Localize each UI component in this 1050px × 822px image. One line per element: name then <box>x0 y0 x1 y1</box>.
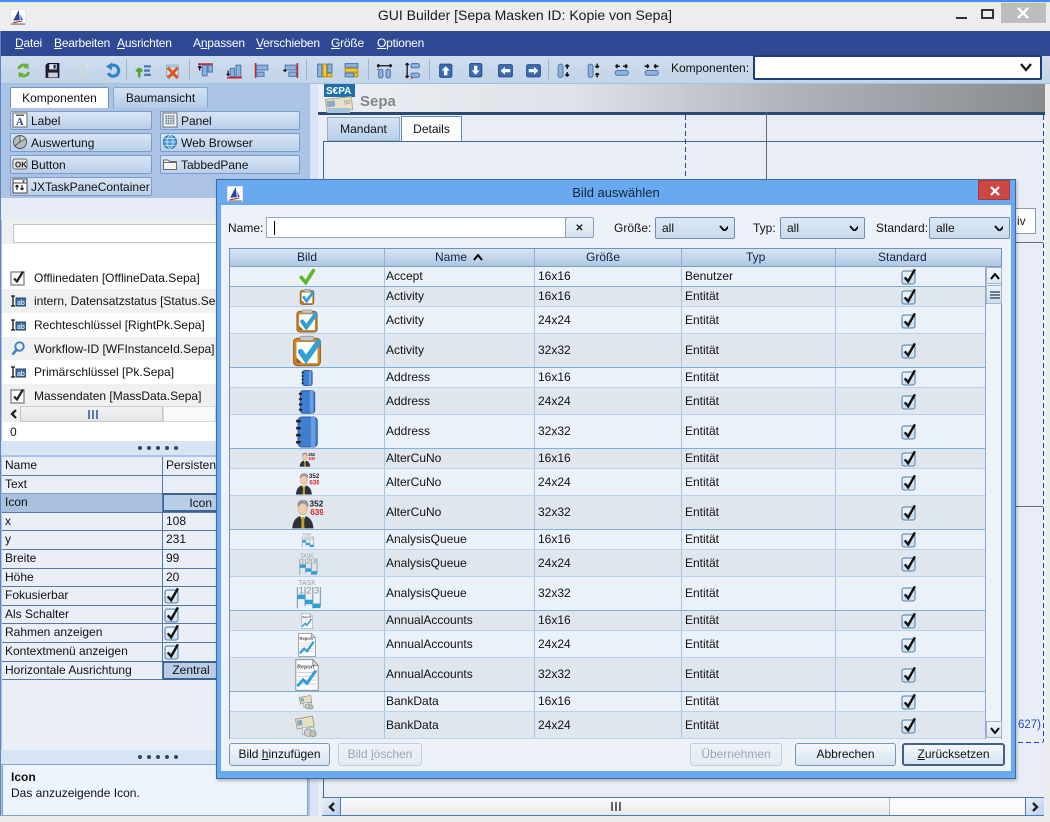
svg-text:2: 2 <box>306 556 310 565</box>
svg-text:639: 639 <box>309 456 315 461</box>
svg-text:2: 2 <box>307 536 310 542</box>
svg-text:S€PA: S€PA <box>326 86 351 97</box>
svg-text:ab: ab <box>17 371 25 378</box>
svg-text:A: A <box>16 117 24 128</box>
svg-text:ab: ab <box>17 300 25 307</box>
svg-text:3: 3 <box>314 585 319 596</box>
svg-text:1: 1 <box>301 556 305 565</box>
svg-text:2: 2 <box>306 585 311 596</box>
svg-text:639: 639 <box>310 507 323 517</box>
svg-text:3: 3 <box>312 556 316 565</box>
svg-text:639: 639 <box>309 479 319 486</box>
svg-text:Report: Report <box>297 665 315 671</box>
svg-text:Report: Report <box>302 615 311 619</box>
svg-text:Report: Report <box>300 636 314 641</box>
svg-text:OK: OK <box>15 161 27 170</box>
svg-text:50: 50 <box>344 100 352 107</box>
svg-text:ab: ab <box>17 324 25 331</box>
svg-text:3: 3 <box>310 536 313 542</box>
